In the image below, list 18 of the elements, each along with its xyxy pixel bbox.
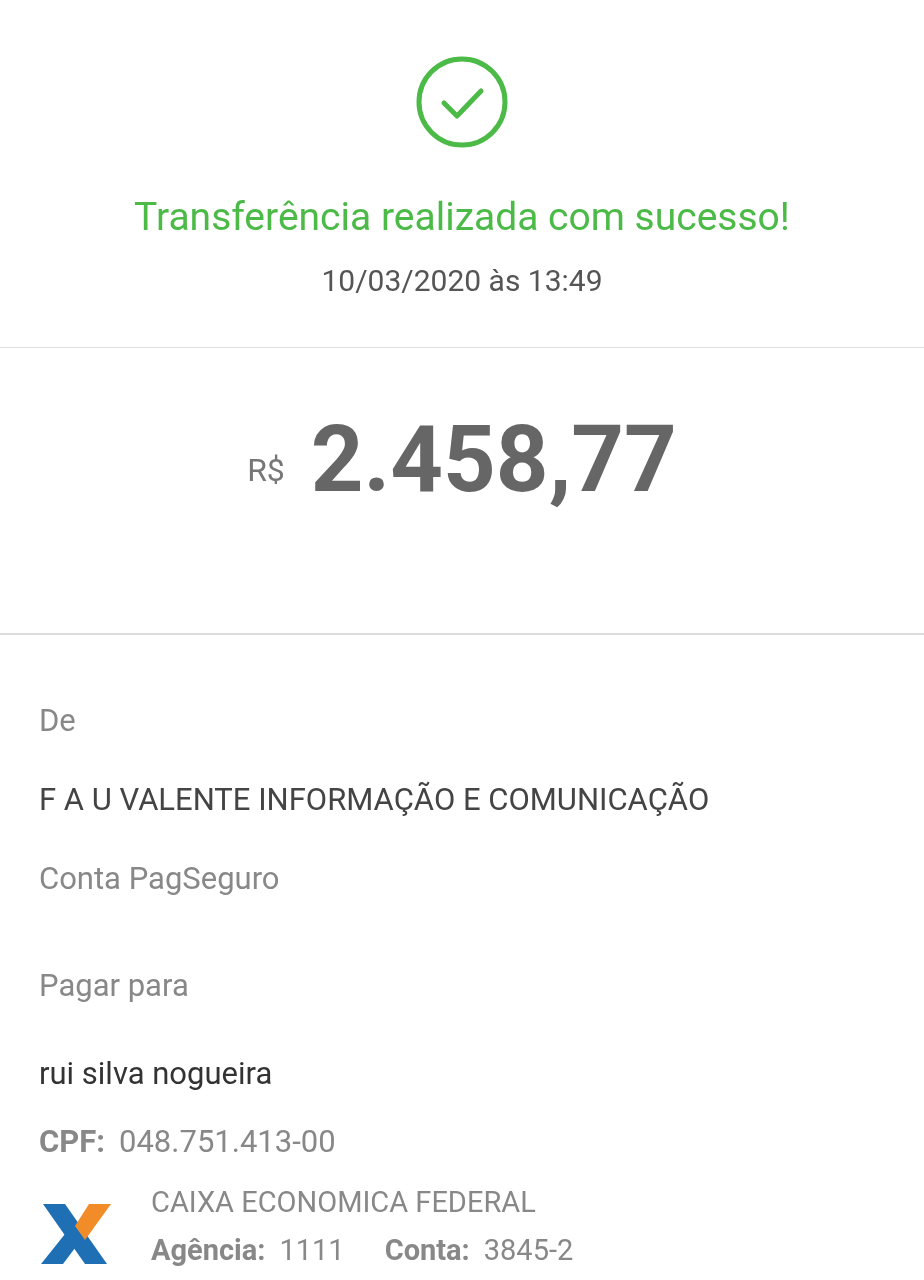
success-check-icon [415,55,509,149]
cpf-number: 048.751.413-00 [119,1122,336,1162]
transfer-datetime: 10/03/2020 às 13:49 [321,263,603,299]
success-title: Transferência realizada com sucesso! [134,194,790,240]
cpf-label: CPF: [39,1122,105,1162]
account-label: Conta: [384,1232,470,1268]
recipient-name: rui silva nogueira [39,1054,274,1094]
transfer-amount: 2.458,77 [310,410,677,510]
sender-account: Conta PagSeguro [39,859,281,899]
sender-name: F A U VALENTE INFORMAÇÃO E COMUNICAÇÃO [39,780,711,820]
bank-name: CAIXA ECONOMICA FEDERAL [151,1184,537,1220]
account-number: 3845-2 [483,1232,574,1268]
from-label: De [39,701,77,741]
pay-to-label: Pagar para [39,966,190,1006]
agency-label: Agência: [151,1232,266,1268]
currency-symbol: R$ [247,450,285,490]
agency-number: 1111 [279,1232,345,1268]
bank-logo-icon [39,1202,111,1266]
